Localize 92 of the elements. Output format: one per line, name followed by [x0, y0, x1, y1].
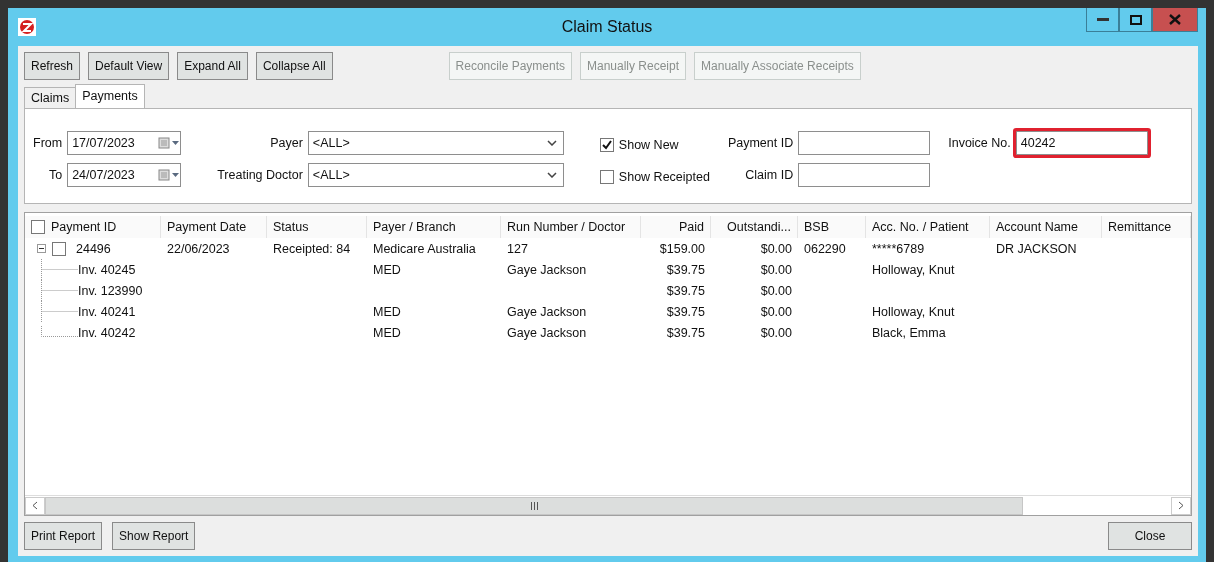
- toolbar-button[interactable]: Refresh: [24, 52, 81, 80]
- table-cell: $0.00: [760, 241, 792, 256]
- minimize-icon: [1096, 18, 1109, 21]
- table-cell: Gaye Jackson: [507, 262, 587, 277]
- tab[interactable]: Claims: [24, 87, 77, 108]
- table-cell: $0.00: [760, 325, 792, 340]
- field-label: To: [47, 168, 63, 182]
- column-header[interactable]: Status: [267, 216, 367, 238]
- table-cell: Black, Emma: [872, 325, 946, 340]
- table-cell: MED: [373, 304, 401, 319]
- toolbar-button[interactable]: Default View: [88, 52, 170, 80]
- table-cell: 127: [507, 241, 528, 256]
- column-header[interactable]: Remittance: [1102, 216, 1191, 238]
- invoice-number: Inv. 40242: [78, 325, 136, 340]
- column-header[interactable]: Outstandi...: [711, 216, 798, 238]
- table-cell: Holloway, Knut: [872, 262, 955, 277]
- table-cell: Gaye Jackson: [507, 304, 587, 319]
- checkmark-icon: [600, 139, 613, 151]
- table-cell: $0.00: [760, 283, 792, 298]
- checkbox-label: Show Receipted: [618, 170, 710, 184]
- footer-button[interactable]: Show Report: [112, 522, 196, 550]
- scrollbar-thumb[interactable]: [45, 496, 1023, 515]
- chevron-left-icon: [32, 501, 38, 510]
- close-icon: [1169, 14, 1181, 25]
- dropdown-field[interactable]: <ALL>: [307, 163, 564, 187]
- checkbox[interactable]: [31, 220, 45, 234]
- tab[interactable]: Payments: [75, 84, 145, 108]
- table-cell: $159.00: [659, 241, 705, 256]
- table-cell: 22/06/2023: [167, 241, 230, 256]
- window-title: Claim Status: [560, 18, 654, 36]
- tree-line-icon: [41, 259, 78, 280]
- checkbox-label: Show New: [618, 138, 679, 152]
- input-field[interactable]: [798, 163, 931, 187]
- invoice-number: Inv. 40245: [78, 262, 136, 277]
- close-dialog-button[interactable]: Close: [1108, 522, 1192, 550]
- column-header[interactable]: Payment Date: [161, 216, 267, 238]
- table-cell: MED: [373, 262, 401, 277]
- table-cell: *****6789: [872, 241, 925, 256]
- calendar-dropdown-icon[interactable]: [158, 169, 181, 181]
- tree-line-icon: [41, 325, 78, 337]
- column-header[interactable]: Payment ID: [25, 216, 161, 238]
- calendar-dropdown-icon[interactable]: [158, 137, 181, 149]
- invoice-number: Inv. 40241: [78, 304, 136, 319]
- field-label: Treating Doctor: [217, 168, 303, 182]
- table-cell: Receipted: 84: [273, 241, 351, 256]
- column-header[interactable]: Account Name: [990, 216, 1102, 238]
- footer-button[interactable]: Print Report: [24, 522, 103, 550]
- table-cell: $39.75: [666, 304, 705, 319]
- dropdown-field[interactable]: <ALL>: [307, 131, 564, 155]
- minimize-button[interactable]: [1086, 8, 1119, 32]
- close-button[interactable]: [1152, 8, 1198, 32]
- toolbar-button[interactable]: Collapse All: [255, 52, 333, 80]
- collapse-icon[interactable]: [37, 244, 46, 253]
- field-label: From: [33, 136, 63, 150]
- field-label: Payer: [269, 136, 303, 150]
- invoice-number: Inv. 123990: [78, 283, 143, 298]
- maximize-icon: [1129, 14, 1142, 25]
- table-cell: $0.00: [760, 304, 792, 319]
- column-header[interactable]: Paid: [641, 216, 711, 238]
- table-cell: $39.75: [666, 283, 705, 298]
- checkbox[interactable]: [52, 241, 66, 256]
- column-header[interactable]: BSB: [798, 216, 866, 238]
- table-cell: $39.75: [666, 262, 705, 277]
- chevron-right-icon: [1178, 501, 1184, 510]
- table-cell: DR JACKSON: [996, 241, 1077, 256]
- payment-id: 24496: [76, 241, 111, 256]
- checkbox[interactable]: [599, 170, 614, 184]
- field-label: Payment ID: [727, 136, 794, 150]
- column-header[interactable]: Acc. No. / Patient: [866, 216, 990, 238]
- table-cell: 062290: [804, 241, 846, 256]
- table-cell: Gaye Jackson: [507, 325, 587, 340]
- field-label: Claim ID: [744, 168, 794, 182]
- table-cell: $0.00: [760, 262, 792, 277]
- table-cell: Medicare Australia: [373, 241, 476, 256]
- dropdown-caret-icon[interactable]: [546, 172, 557, 178]
- checkbox[interactable]: [599, 138, 614, 152]
- input-field[interactable]: [798, 131, 931, 155]
- tree-line-icon: [41, 280, 78, 301]
- input-field[interactable]: 40242: [1015, 131, 1148, 155]
- field-label: Invoice No.: [948, 136, 1011, 150]
- app-logo-icon: [18, 18, 36, 36]
- table-cell: $39.75: [666, 325, 705, 340]
- column-header[interactable]: Payer / Branch: [367, 216, 501, 238]
- table-cell: Holloway, Knut: [872, 304, 955, 319]
- grip-icon: [529, 501, 539, 510]
- toolbar-button[interactable]: Expand All: [177, 52, 248, 80]
- tree-line-icon: [41, 301, 78, 322]
- date-field[interactable]: 17/07/2023: [67, 131, 182, 155]
- date-field[interactable]: 24/07/2023: [67, 163, 182, 187]
- table-cell: MED: [373, 325, 401, 340]
- dropdown-caret-icon[interactable]: [546, 140, 557, 146]
- column-header[interactable]: Run Number / Doctor: [501, 216, 641, 238]
